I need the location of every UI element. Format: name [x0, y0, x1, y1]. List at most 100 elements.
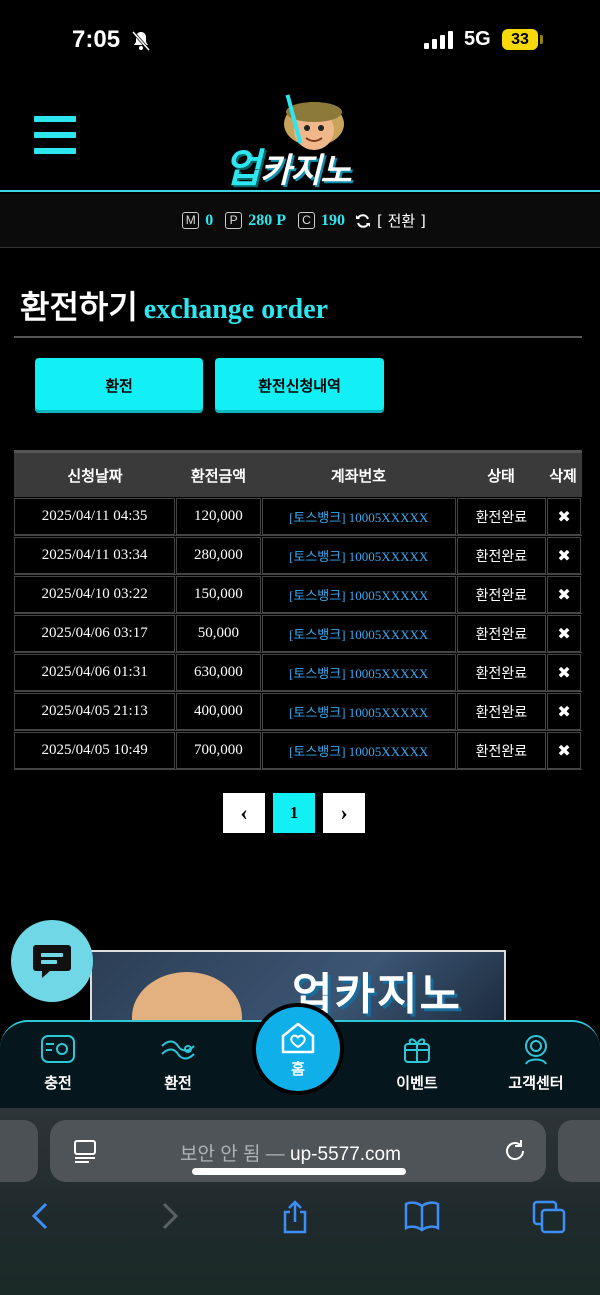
signal-icon	[424, 31, 453, 49]
chat-icon	[33, 945, 71, 978]
menu-icon[interactable]	[34, 116, 76, 154]
nav-charge-label: 충전	[44, 1074, 72, 1092]
next-page-button[interactable]: ›	[323, 793, 365, 833]
cell-account: [토스뱅크] 10005XXXXX	[261, 654, 456, 691]
cell-date: 2025/04/10 03:22	[14, 576, 176, 613]
reload-icon[interactable]	[502, 1138, 528, 1164]
delete-cell[interactable]: ✖	[547, 537, 581, 574]
exchange-button[interactable]: 환전	[35, 358, 203, 413]
cell-account: [토스뱅크] 10005XXXXX	[289, 549, 429, 564]
home-heart-icon	[281, 1022, 315, 1053]
cell-account: [토스뱅크] 10005XXXXX	[261, 693, 456, 730]
money-value: 0	[205, 211, 214, 229]
switch-link[interactable]: [ 전환 ]	[377, 210, 426, 231]
nav-support[interactable]: 고객센터	[491, 1032, 581, 1093]
url-text: 보안 안 됨 — up-5577.com	[180, 1139, 401, 1166]
security-label: 보안 안 됨	[180, 1144, 261, 1165]
comp-badge-icon: C	[297, 212, 315, 229]
table-header: 신청날짜 환전금액 계좌번호 상태 삭제	[14, 450, 582, 497]
page-1-button[interactable]: 1	[273, 793, 315, 833]
delete-icon[interactable]: ✖	[557, 546, 570, 565]
delete-cell[interactable]: ✖	[547, 693, 581, 730]
delete-icon[interactable]: ✖	[557, 741, 570, 760]
nav-exchange[interactable]: 환전	[133, 1032, 223, 1093]
refresh-icon[interactable]	[355, 213, 371, 229]
battery-tip	[540, 35, 543, 44]
table-row: 2025/04/11 04:35 120,000 [토스뱅크] 10005XXXXX…	[14, 497, 582, 536]
cell-amount: 150,000	[194, 586, 243, 602]
comp-value: 190	[320, 211, 345, 229]
status-time: 7:05	[72, 26, 121, 53]
forward-icon[interactable]	[158, 1200, 182, 1232]
cell-account: [토스뱅크] 10005XXXXX	[289, 705, 429, 720]
nav-event-label: 이벤트	[396, 1074, 438, 1092]
table-row: 2025/04/10 03:22 150,000 [토스뱅크] 10005XXXXX…	[14, 575, 582, 614]
cell-date: 2025/04/06 03:17	[41, 625, 148, 641]
cell-date: 2025/04/11 03:34	[14, 537, 176, 574]
cell-amount: 630,000	[194, 664, 243, 680]
cell-status: 환전완료	[456, 537, 547, 574]
next-tab[interactable]	[558, 1120, 600, 1182]
cell-amount: 280,000	[194, 547, 243, 563]
delete-cell[interactable]: ✖	[547, 576, 581, 613]
cell-status: 환전완료	[456, 615, 547, 652]
delete-icon[interactable]: ✖	[557, 507, 570, 526]
delete-icon[interactable]: ✖	[557, 702, 570, 721]
prev-tab[interactable]	[0, 1120, 38, 1182]
logo[interactable]: 업카지노	[214, 84, 384, 192]
table-row: 2025/04/05 21:13 400,000 [토스뱅크] 10005XXXXX…	[14, 692, 582, 731]
reader-icon[interactable]	[72, 1138, 98, 1164]
cell-amount: 120,000	[176, 498, 261, 535]
delete-cell[interactable]: ✖	[547, 498, 581, 535]
header-amount: 환전금액	[190, 466, 247, 485]
prev-page-button[interactable]: ‹	[223, 793, 265, 833]
cell-amount: 700,000	[194, 742, 243, 758]
cell-amount: 50,000	[197, 625, 240, 641]
cell-amount: 120,000	[194, 508, 243, 524]
delete-icon[interactable]: ✖	[557, 585, 570, 604]
page-title-text: 환전하기	[20, 288, 138, 326]
nav-home[interactable]: 홈	[252, 1003, 344, 1095]
cell-date: 2025/04/11 04:35	[41, 508, 148, 524]
cell-account: [토스뱅크] 10005XXXXX	[289, 627, 429, 642]
delete-cell[interactable]: ✖	[547, 615, 581, 652]
tabs-icon[interactable]	[532, 1200, 566, 1234]
delete-icon[interactable]: ✖	[557, 624, 570, 643]
bookmarks-icon[interactable]	[404, 1200, 440, 1232]
cell-status: 환전완료	[456, 576, 547, 613]
header-date: 신청날짜	[67, 466, 123, 485]
cell-status: 환전완료	[475, 626, 528, 643]
delete-cell[interactable]: ✖	[547, 654, 581, 691]
cell-account: [토스뱅크] 10005XXXXX	[289, 666, 429, 681]
browser-chrome: 보안 안 됨 — up-5577.com	[0, 1108, 600, 1295]
cell-account: [토스뱅크] 10005XXXXX	[261, 732, 456, 769]
nav-support-label: 고객센터	[508, 1074, 564, 1092]
nav-home-label: 홈	[291, 1059, 305, 1078]
cell-date: 2025/04/05 10:49	[41, 742, 148, 758]
network-label: 5G	[464, 28, 491, 50]
share-icon[interactable]	[280, 1200, 310, 1234]
page-title: 환전하기 exchange order	[20, 282, 328, 328]
cell-date: 2025/04/06 01:31	[14, 654, 176, 691]
exchange-history-button[interactable]: 환전신청내역	[215, 358, 384, 413]
delete-icon[interactable]: ✖	[557, 663, 570, 682]
nav-event[interactable]: 이벤트	[372, 1032, 462, 1093]
nav-charge[interactable]: 충전	[13, 1032, 103, 1093]
chat-button[interactable]	[11, 920, 93, 1002]
app-header: 업카지노	[0, 80, 600, 192]
cell-status: 환전완료	[475, 665, 528, 682]
point-value: 280 P	[248, 211, 286, 229]
table-row: 2025/04/06 03:17 50,000 [토스뱅크] 10005XXXXX 환…	[14, 614, 582, 653]
cell-account: [토스뱅크] 10005XXXXX	[261, 576, 456, 613]
back-icon[interactable]	[28, 1200, 52, 1232]
cell-status: 환전완료	[475, 509, 528, 526]
table-row: 2025/04/05 10:49 700,000 [토스뱅크] 10005XXXXX…	[14, 731, 582, 770]
delete-cell[interactable]: ✖	[547, 732, 581, 769]
nav-exchange-label: 환전	[164, 1074, 192, 1092]
url-separator: —	[260, 1144, 291, 1165]
cell-status: 환전완료	[456, 693, 547, 730]
cell-account: [토스뱅크] 10005XXXXX	[289, 744, 429, 759]
gift-icon	[404, 1038, 430, 1063]
cell-account: [토스뱅크] 10005XXXXX	[261, 615, 456, 652]
balance-bar: M 0 P 280 P C 190 [ 전환 ]	[0, 194, 600, 248]
